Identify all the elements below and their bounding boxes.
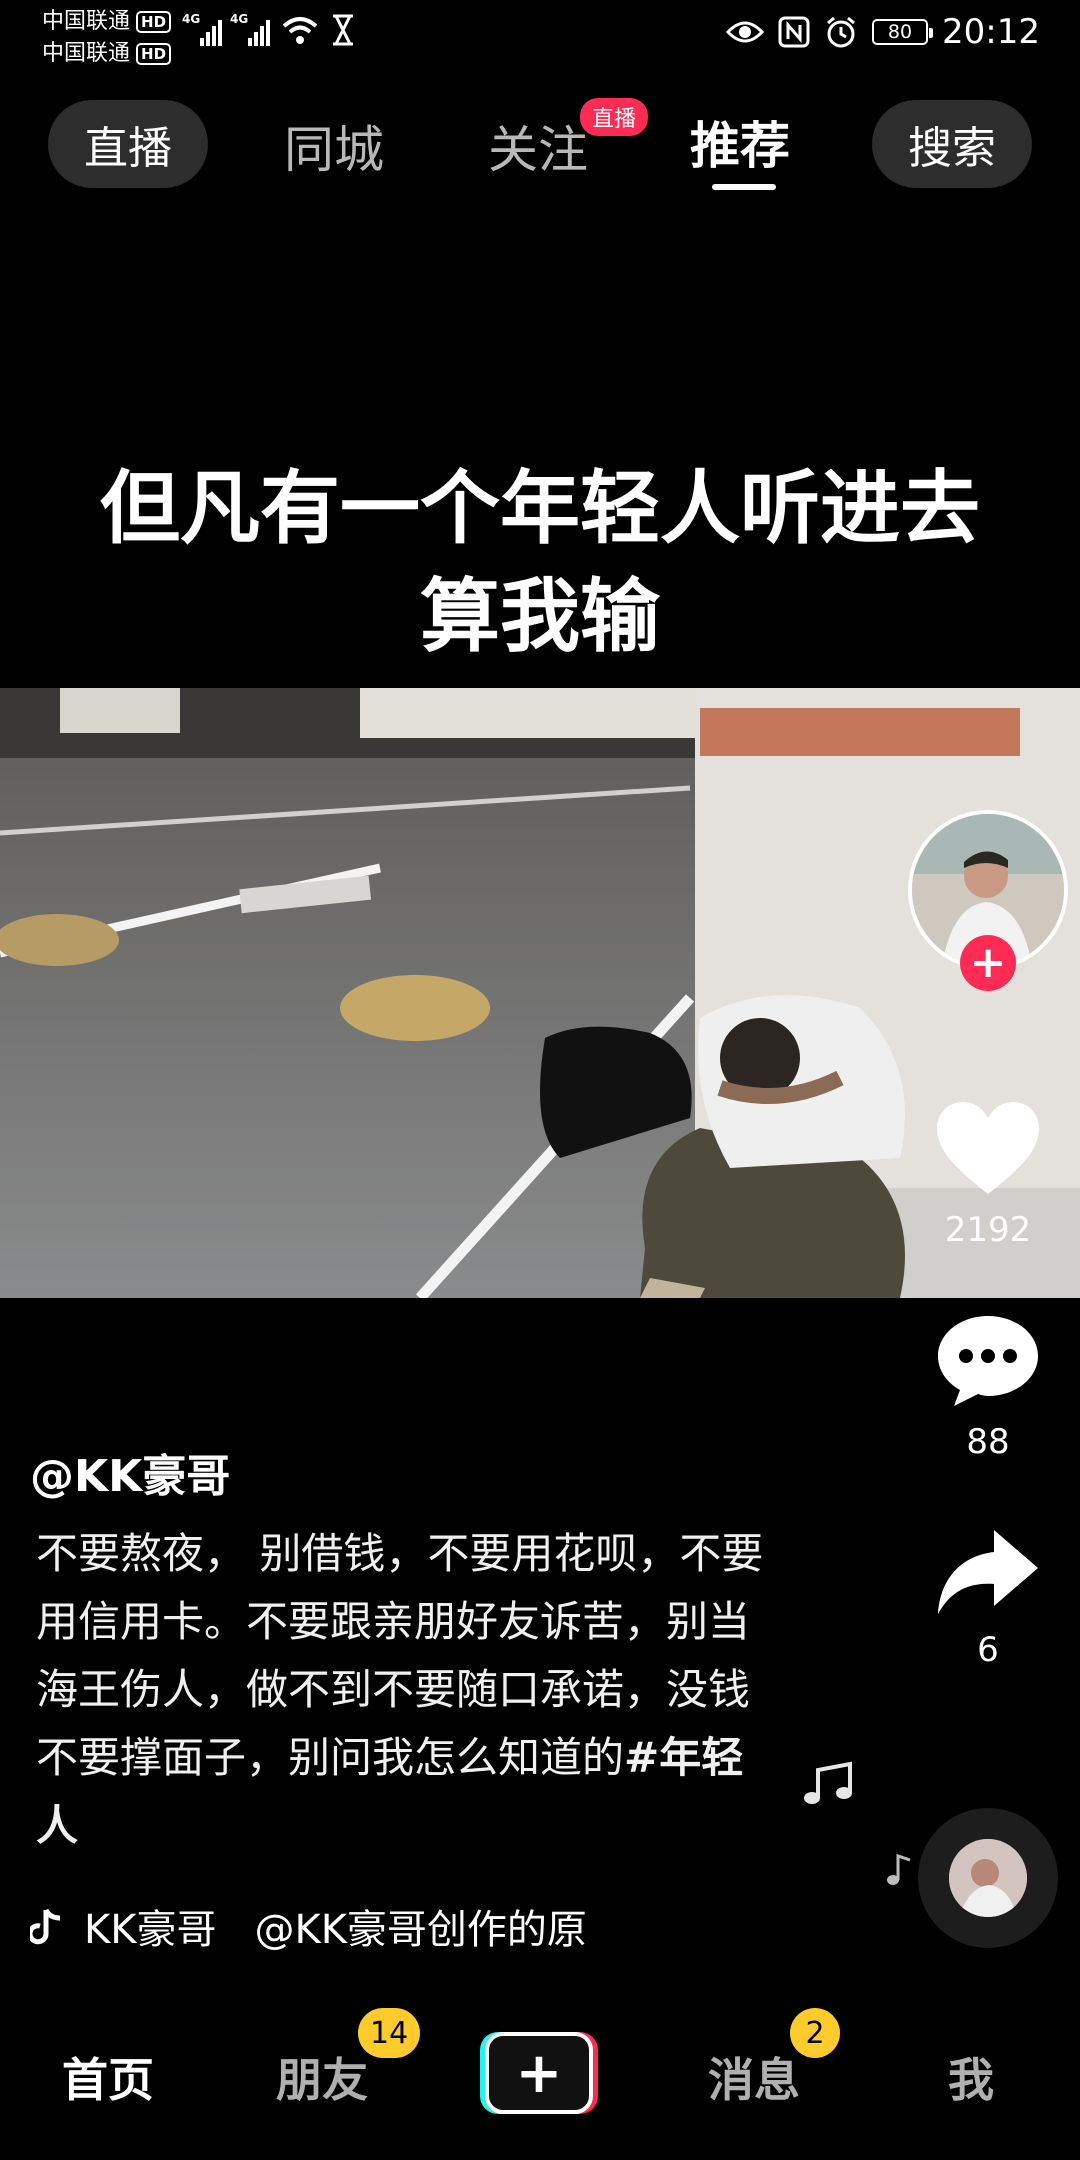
- share-count: 6: [977, 1630, 999, 1670]
- nav-home[interactable]: 首页: [62, 2044, 154, 2110]
- author-name[interactable]: @KK豪哥: [30, 1440, 230, 1504]
- music-title: @KK豪哥创作的原: [254, 1907, 587, 1953]
- live-badge: 直播: [580, 98, 649, 136]
- nav-messages[interactable]: 消息: [708, 2044, 800, 2110]
- like-button[interactable]: 2192: [928, 1098, 1048, 1250]
- alarm-icon: [827, 16, 855, 48]
- share-icon: [938, 1530, 1038, 1614]
- comment-count: 88: [966, 1422, 1010, 1462]
- nfc-icon: [778, 16, 810, 48]
- share-button[interactable]: 6: [928, 1526, 1048, 1670]
- follow-button[interactable]: +: [960, 935, 1016, 991]
- comment-icon: [938, 1316, 1038, 1406]
- signal-icon: 4G: [182, 12, 222, 46]
- hd-badge: HD: [136, 43, 172, 65]
- top-nav: 直播 同城 关注 直播 推荐 搜索: [0, 96, 1080, 196]
- battery-icon: 80: [872, 19, 934, 45]
- music-disc[interactable]: [918, 1808, 1058, 1948]
- messages-badge: 2: [790, 2008, 840, 2058]
- create-button[interactable]: +: [480, 2032, 598, 2114]
- like-count: 2192: [944, 1210, 1032, 1250]
- tiktok-note-icon: [30, 1908, 61, 1945]
- heart-icon: [937, 1102, 1039, 1194]
- friends-badge: 14: [358, 2008, 421, 2058]
- post-description: 不要熬夜， 别借钱，不要用花呗，不要用信用卡。不要跟亲朋好友诉苦，别当海王伤人，…: [36, 1520, 776, 1860]
- nav-friends[interactable]: 朋友: [276, 2044, 368, 2110]
- search-button[interactable]: 搜索: [872, 100, 1032, 188]
- caption-line-2: 算我输: [420, 570, 660, 663]
- music-note-icon: [804, 1761, 852, 1804]
- carrier-1: 中国联通: [42, 9, 131, 34]
- hd-badge: HD: [136, 11, 172, 33]
- music-author: KK豪哥: [84, 1907, 217, 1953]
- plus-icon: +: [485, 2032, 593, 2114]
- carrier-2: 中国联通: [42, 41, 131, 66]
- bottom-nav: 首页 朋友 14 + 消息 2 我: [0, 1986, 1080, 2160]
- live-button[interactable]: 直播: [48, 100, 208, 188]
- video-scene: [0, 688, 1080, 1298]
- signal-icon: 4G: [230, 12, 270, 46]
- tab-recommend[interactable]: 推荐: [690, 106, 790, 178]
- nav-me[interactable]: 我: [948, 2044, 994, 2110]
- clock: 20:12: [942, 12, 1040, 52]
- right-status: 80 20:12: [726, 12, 1040, 52]
- music-note-icon: [887, 1853, 911, 1885]
- video-caption: 但凡有一个年轻人听进去 算我输: [0, 455, 1080, 671]
- active-tab-indicator: [712, 184, 776, 190]
- tab-local[interactable]: 同城: [284, 110, 384, 182]
- video-player[interactable]: [0, 688, 1080, 1298]
- caption-line-1: 但凡有一个年轻人听进去: [100, 462, 980, 555]
- music-info[interactable]: KK豪哥 @KK豪哥创作的原: [30, 1897, 594, 1955]
- comment-button[interactable]: 88: [928, 1310, 1048, 1462]
- wifi-icon: [282, 17, 318, 44]
- music-cover: [949, 1839, 1027, 1917]
- tab-following[interactable]: 关注: [488, 110, 588, 182]
- hourglass-icon: [333, 14, 353, 46]
- status-bar: 中国联通 HD 中国联通 HD 4G 4G 80 20:12: [0, 0, 1080, 70]
- eye-icon: [726, 21, 765, 43]
- network-icons: 4G 4G: [182, 12, 356, 46]
- carrier-info: 中国联通 HD 中国联通 HD: [42, 6, 172, 70]
